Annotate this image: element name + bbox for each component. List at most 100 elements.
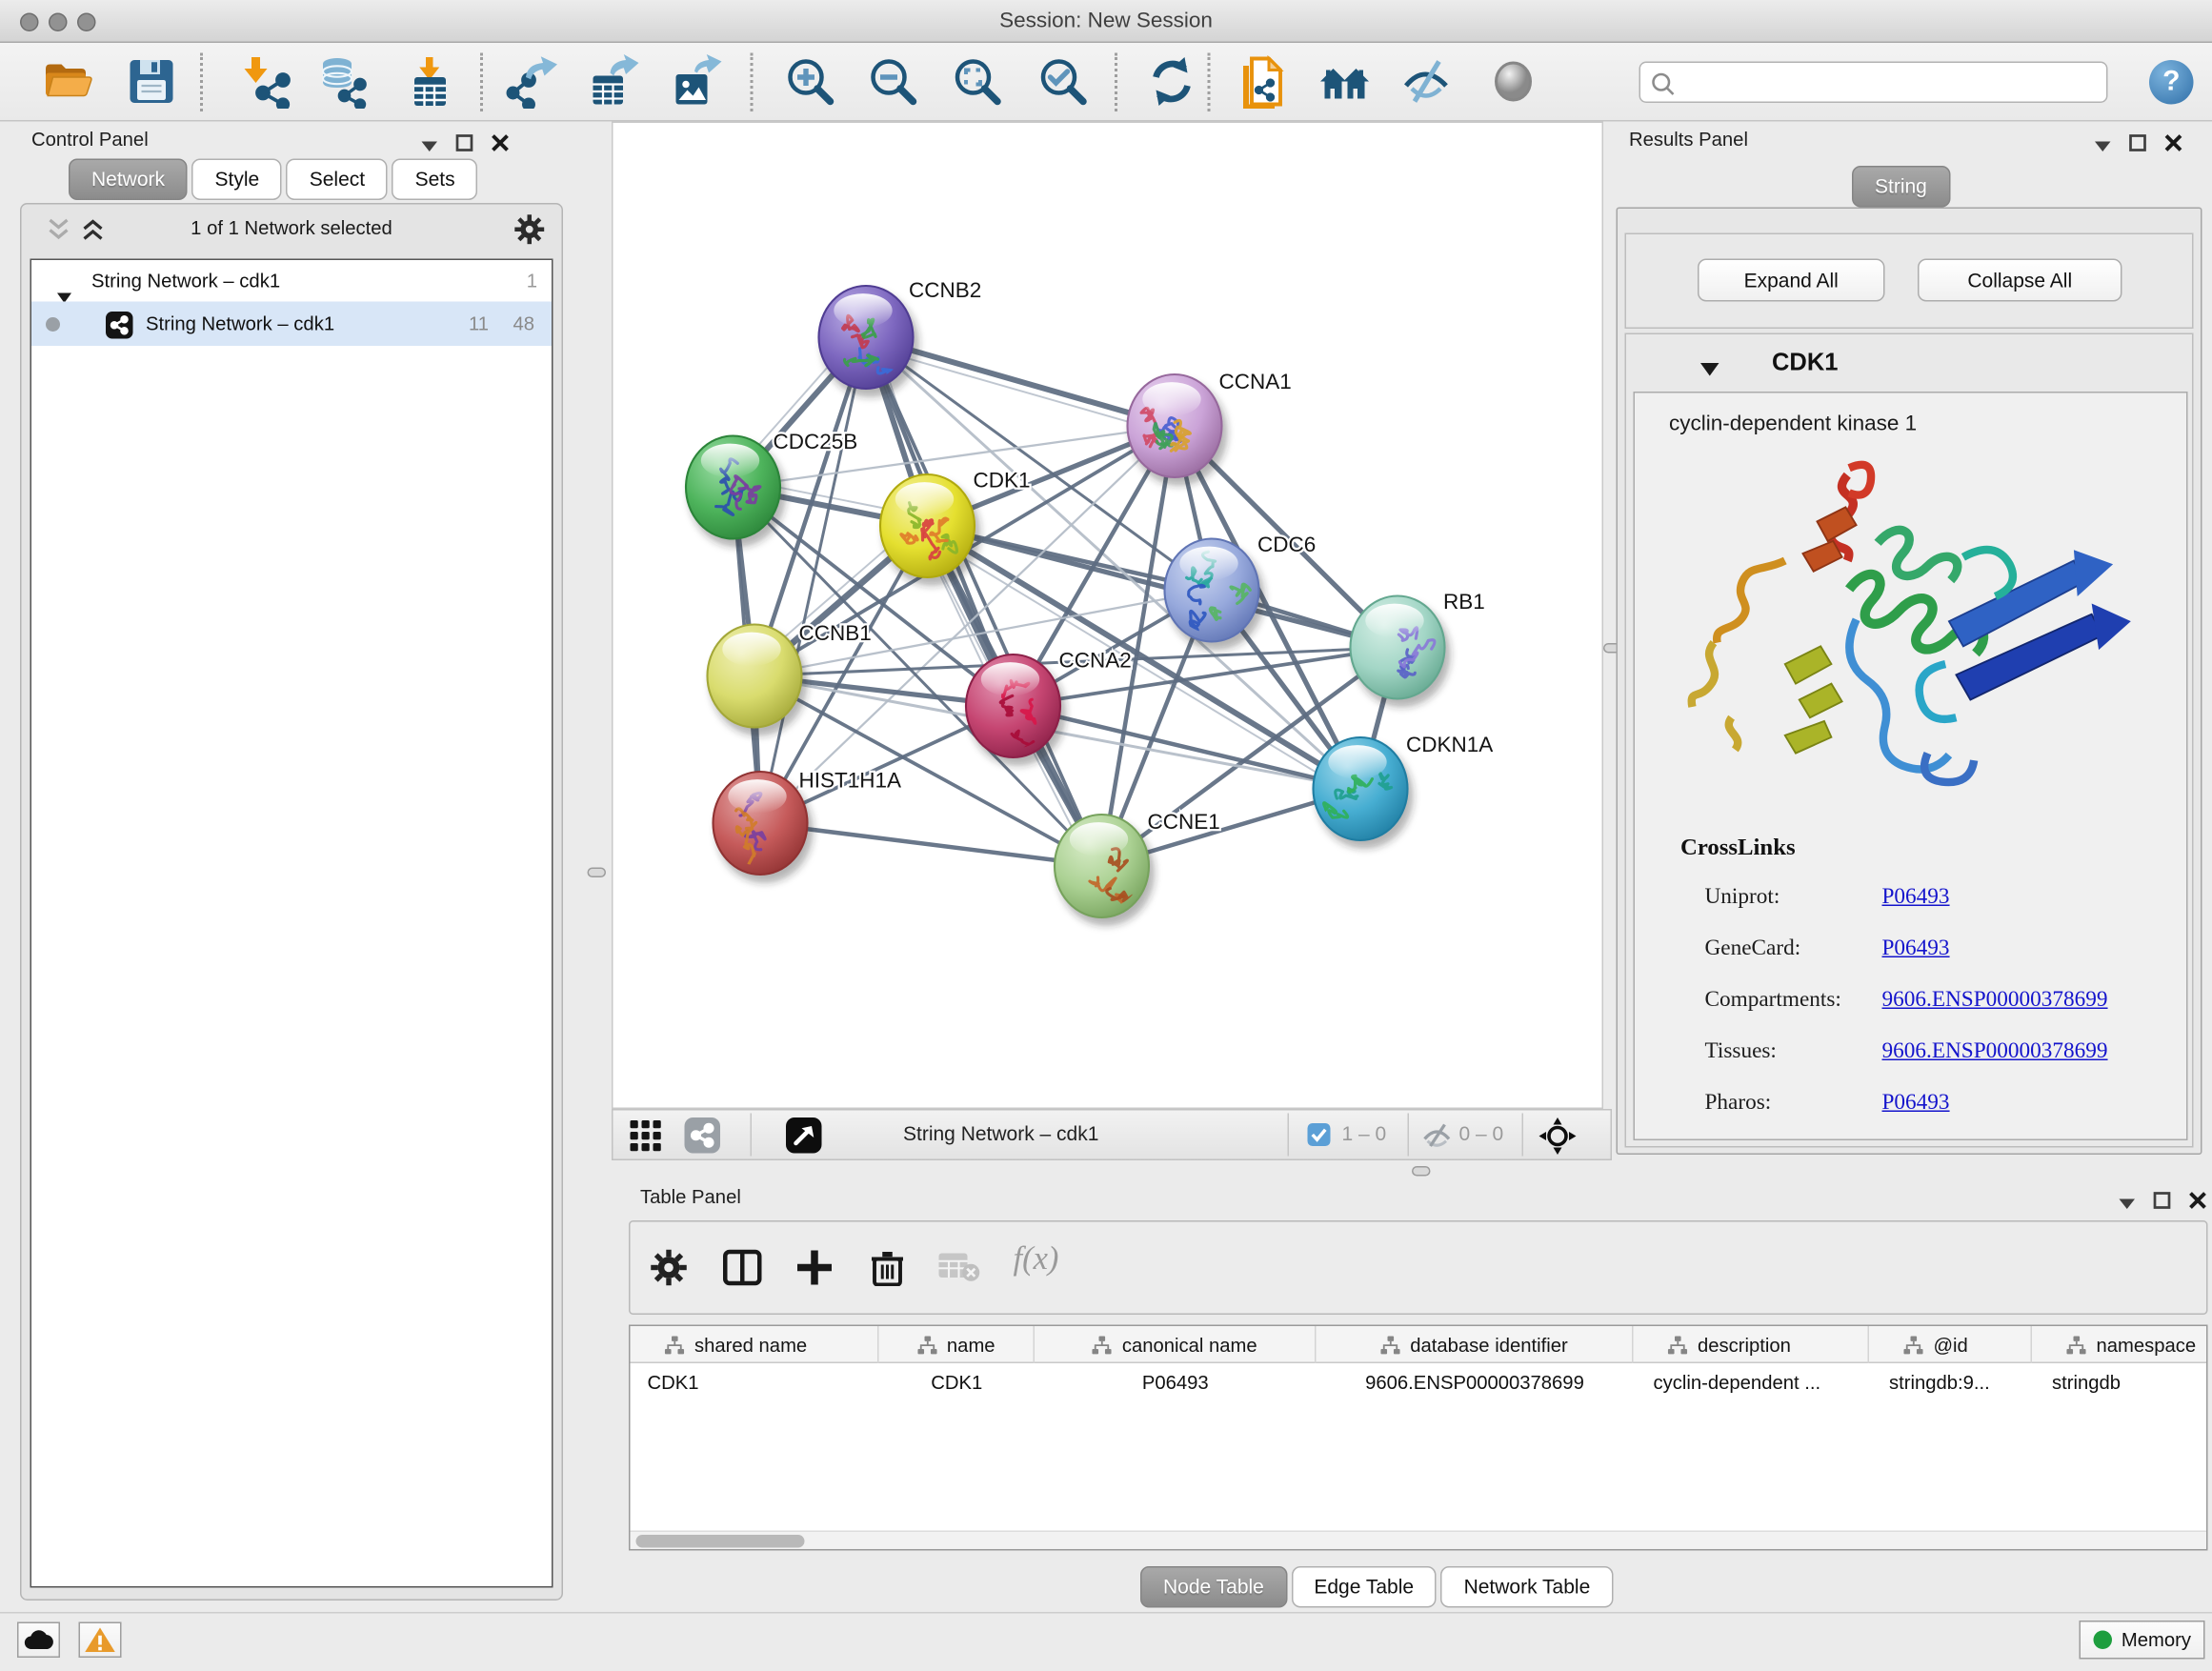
window-title: Session: New Session xyxy=(0,9,2212,33)
results-close-icon[interactable] xyxy=(2165,133,2182,159)
expand-all-button[interactable]: Expand All xyxy=(1698,259,1885,302)
import-database-icon[interactable] xyxy=(316,54,371,109)
grid-view-icon[interactable] xyxy=(631,1120,662,1159)
node-label-CCNA2: CCNA2 xyxy=(1059,649,1132,673)
panel-menu-icon[interactable] xyxy=(422,133,438,159)
fit-crosshair-icon[interactable] xyxy=(1539,1117,1577,1162)
network-collection-row[interactable]: String Network – cdk1 1 xyxy=(31,260,552,302)
column-header-name[interactable]: name xyxy=(879,1326,1036,1363)
open-session-icon[interactable] xyxy=(40,54,94,109)
table-cell[interactable]: cyclin-dependent ... xyxy=(1634,1363,1870,1402)
network-row-selected[interactable]: String Network – cdk1 11 48 xyxy=(31,302,552,347)
tab-string[interactable]: String xyxy=(1852,166,1950,208)
column-header-canonical-name[interactable]: canonical name xyxy=(1035,1326,1317,1363)
zoom-in-icon[interactable] xyxy=(783,54,837,109)
horizontal-splitter-handle[interactable] xyxy=(1412,1166,1431,1177)
panel-float-icon[interactable] xyxy=(456,133,473,159)
tab-style[interactable]: Style xyxy=(192,159,283,201)
delete-column-icon[interactable] xyxy=(869,1249,906,1294)
network-node-CDC6[interactable]: CDC6 xyxy=(1165,533,1317,651)
home-string-icon[interactable] xyxy=(1317,54,1372,109)
tab-node-table[interactable]: Node Table xyxy=(1140,1566,1287,1608)
node-label-CDKN1A: CDKN1A xyxy=(1406,733,1493,756)
network-node-CCNA1[interactable]: CCNA1 xyxy=(1128,370,1292,486)
crosslink-link[interactable]: 9606.ENSP00000378699 xyxy=(1882,1039,2108,1065)
network-node-CCNB1[interactable]: CCNB1 xyxy=(708,621,872,736)
tab-network[interactable]: Network xyxy=(69,159,188,201)
table-cell[interactable]: 9606.ENSP00000378699 xyxy=(1317,1363,1634,1402)
save-session-icon[interactable] xyxy=(125,54,179,109)
table-settings-gear-icon[interactable] xyxy=(651,1249,688,1294)
zoom-fit-icon[interactable] xyxy=(951,54,1005,109)
column-header-namespace[interactable]: namespace xyxy=(2032,1326,2208,1363)
table-cell[interactable]: CDK1 xyxy=(879,1363,1036,1402)
tab-network-table[interactable]: Network Table xyxy=(1441,1566,1614,1608)
import-network-icon[interactable] xyxy=(240,54,294,109)
table-cell[interactable]: P06493 xyxy=(1035,1363,1317,1402)
crosslink-link[interactable]: P06493 xyxy=(1882,936,1950,962)
column-header-database-identifier[interactable]: database identifier xyxy=(1317,1326,1634,1363)
hidden-eye-icon xyxy=(1422,1122,1453,1157)
table-menu-icon[interactable] xyxy=(2120,1191,2136,1217)
tab-edge-table[interactable]: Edge Table xyxy=(1291,1566,1437,1608)
crosslink-link[interactable]: 9606.ENSP00000378699 xyxy=(1882,988,2108,1014)
tab-select[interactable]: Select xyxy=(287,159,388,201)
results-float-icon[interactable] xyxy=(2129,133,2146,159)
network-share-view-icon[interactable] xyxy=(685,1117,721,1160)
node-label-CCNB1: CCNB1 xyxy=(799,621,872,645)
search-input[interactable] xyxy=(1683,66,2098,99)
add-column-icon[interactable] xyxy=(796,1249,834,1294)
table-hscrollbar[interactable] xyxy=(631,1531,2207,1550)
show-graphics-icon[interactable] xyxy=(1486,54,1540,109)
table-cell[interactable]: stringdb xyxy=(2032,1363,2208,1402)
share-document-icon[interactable] xyxy=(1235,54,1289,109)
network-edge[interactable] xyxy=(866,337,1102,866)
crosslinks-list: Uniprot:P06493GeneCard:P06493Compartment… xyxy=(1635,874,2186,1131)
warning-status-button[interactable] xyxy=(79,1622,122,1659)
selected-checkbox-icon[interactable] xyxy=(1308,1123,1331,1154)
export-network-icon[interactable] xyxy=(506,54,560,109)
vertical-splitter-handle[interactable] xyxy=(588,868,607,878)
hide-unhide-icon[interactable] xyxy=(1399,54,1454,109)
network-canvas[interactable]: CCNB2CCNA1CDC25BCDK1CDC6RB1CCNB1CCNA2CDK… xyxy=(612,122,1603,1110)
zoom-out-icon[interactable] xyxy=(866,54,920,109)
table-cell[interactable]: stringdb:9... xyxy=(1869,1363,2032,1402)
export-image-icon[interactable] xyxy=(671,54,725,109)
crosslink-link[interactable]: P06493 xyxy=(1882,885,1950,911)
network-node-CDKN1A[interactable]: CDKN1A xyxy=(1314,733,1494,849)
crosslink-link[interactable]: P06493 xyxy=(1882,1091,1950,1117)
network-node-RB1[interactable]: RB1 xyxy=(1351,590,1485,708)
node-table: shared namenamecanonical namedatabase id… xyxy=(629,1325,2208,1551)
network-node-CCNE1[interactable]: CCNE1 xyxy=(1055,810,1220,926)
table-float-icon[interactable] xyxy=(2154,1191,2171,1217)
gene-collapse-icon[interactable] xyxy=(1700,357,1719,383)
table-cell[interactable]: CDK1 xyxy=(631,1363,879,1402)
panel-close-icon[interactable] xyxy=(492,133,509,159)
column-header-shared-name[interactable]: shared name xyxy=(631,1326,879,1363)
import-table-icon[interactable] xyxy=(402,54,456,109)
column-header-description[interactable]: description xyxy=(1634,1326,1870,1363)
memory-button[interactable]: Memory xyxy=(2080,1621,2205,1660)
protein-structure-image xyxy=(1678,451,2149,825)
collapse-all-button[interactable]: Collapse All xyxy=(1918,259,2122,302)
zoom-selected-icon[interactable] xyxy=(1036,54,1091,109)
results-menu-icon[interactable] xyxy=(2095,133,2111,159)
column-header-@id[interactable]: @id xyxy=(1869,1326,2032,1363)
network-options-gear-icon[interactable] xyxy=(514,214,545,252)
table-close-icon[interactable] xyxy=(2189,1191,2206,1217)
birds-eye-view-icon[interactable] xyxy=(786,1117,822,1160)
crosslink-row: Tissues:9606.ENSP00000378699 xyxy=(1635,1028,2186,1079)
refresh-layout-icon[interactable] xyxy=(1145,54,1199,109)
show-columns-icon[interactable] xyxy=(723,1249,762,1294)
window-titlebar: Session: New Session xyxy=(0,0,2212,43)
network-node-CCNB2[interactable]: CCNB2 xyxy=(819,278,982,397)
tab-sets[interactable]: Sets xyxy=(392,159,478,201)
export-table-icon[interactable] xyxy=(588,54,642,109)
network-node-CCNA2[interactable]: CCNA2 xyxy=(966,649,1132,767)
network-node-HIST1H1A[interactable]: HIST1H1A xyxy=(714,769,902,884)
help-button[interactable]: ? xyxy=(2149,60,2194,105)
network-list: String Network – cdk1 1 String Network –… xyxy=(30,259,553,1588)
delete-table-icon xyxy=(937,1249,980,1291)
search-icon xyxy=(1651,71,1677,105)
cloud-status-button[interactable] xyxy=(17,1622,60,1659)
